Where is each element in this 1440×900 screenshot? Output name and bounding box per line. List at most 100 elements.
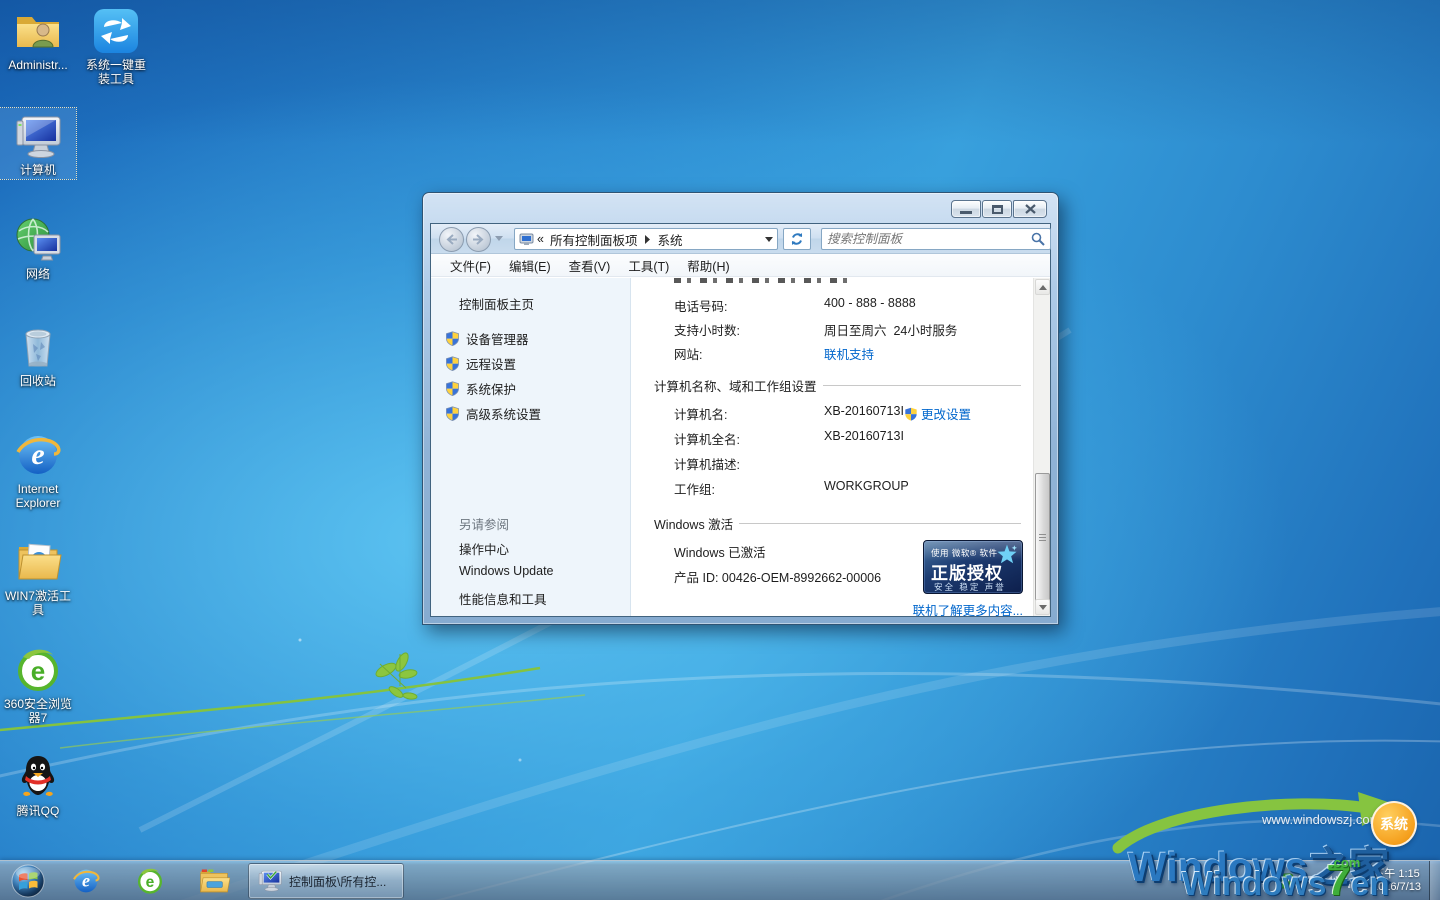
network-icon xyxy=(13,215,63,265)
show-desktop-button[interactable] xyxy=(1429,861,1440,900)
menu-file[interactable]: 文件(F) xyxy=(441,253,500,278)
learn-more-online-link[interactable]: 联机了解更多内容... xyxy=(913,600,1023,619)
forward-button[interactable] xyxy=(466,227,491,252)
sidebar-control-panel-home[interactable]: 控制面板主页 xyxy=(459,294,534,313)
sidebar-remote-settings[interactable]: 远程设置 xyxy=(445,354,516,373)
menu-bar: 文件(F) 编辑(E) 查看(V) 工具(T) 帮助(H) xyxy=(431,254,1050,277)
desktop-icon-tencent-qq[interactable]: 腾讯QQ xyxy=(0,752,76,818)
desktop: Administr... 系统一键重 装工具 计算机 xyxy=(0,0,1440,900)
icon-label: 网络 xyxy=(0,267,76,281)
navigation-bar: « 所有控制面板项 系统 xyxy=(431,224,1050,254)
desktop-icon-reinstall-tool[interactable]: 系统一键重 装工具 xyxy=(78,6,154,86)
search-box[interactable] xyxy=(821,228,1051,250)
computer-icon xyxy=(13,111,63,161)
system-tray: 下午 1:15 2016/7/13 xyxy=(1258,861,1440,900)
icon-label: Internet Explorer xyxy=(0,482,76,510)
win7-activator-icon xyxy=(13,537,63,587)
computer-name-value: XB-20160713I xyxy=(824,404,904,418)
desktop-icon-computer[interactable]: 计算机 xyxy=(0,108,76,179)
online-support-link[interactable]: 联机支持 xyxy=(824,344,874,363)
uac-shield-icon xyxy=(445,406,460,421)
sidebar-system-protection[interactable]: 系统保护 xyxy=(445,379,516,398)
clipped-scrolled-text xyxy=(674,278,854,283)
activation-status: Windows 已激活 xyxy=(674,542,766,561)
scroll-down-arrow[interactable] xyxy=(1035,599,1050,615)
address-bar[interactable]: « 所有控制面板项 系统 xyxy=(514,228,778,250)
tray-flag-icon[interactable] xyxy=(1302,874,1316,889)
sidebar-performance-tools[interactable]: 性能信息和工具 xyxy=(459,589,547,608)
search-icon[interactable] xyxy=(1031,232,1045,246)
uac-shield-icon xyxy=(904,407,918,421)
back-button[interactable] xyxy=(439,227,464,252)
internet-explorer-icon: e xyxy=(13,430,63,480)
computer-description-label: 计算机描述: xyxy=(674,454,740,473)
clock-date: 2016/7/13 xyxy=(1372,881,1421,894)
360-browser-icon: e xyxy=(13,645,63,695)
minimize-button[interactable] xyxy=(951,200,981,218)
computer-name-section-header: 计算机名称、域和工作组设置 xyxy=(654,376,1021,395)
menu-help[interactable]: 帮助(H) xyxy=(678,253,738,278)
desktop-icon-internet-explorer[interactable]: e Internet Explorer xyxy=(0,430,76,510)
icon-label: 腾讯QQ xyxy=(0,804,76,818)
uac-shield-icon xyxy=(445,381,460,396)
taskbar-clock[interactable]: 下午 1:15 2016/7/13 xyxy=(1372,868,1421,894)
scroll-thumb[interactable] xyxy=(1035,473,1050,603)
product-id: 产品 ID: 00426-OEM-8992662-00006 xyxy=(674,567,881,586)
taskbar-explorer-icon[interactable] xyxy=(188,863,240,899)
website-label: 网站: xyxy=(674,344,702,363)
breadcrumb-current[interactable]: 系统 xyxy=(657,230,682,249)
desktop-icon-win7-activator[interactable]: WIN7激活工 具 xyxy=(0,537,76,617)
close-button[interactable] xyxy=(1013,200,1047,218)
uac-shield-icon xyxy=(445,356,460,371)
system-control-panel-window: « 所有控制面板项 系统 文件(F) 编辑(E) xyxy=(422,192,1059,625)
breadcrumb-root[interactable]: 所有控制面板项 xyxy=(550,230,638,249)
breadcrumb-chevrons[interactable]: « xyxy=(537,232,544,246)
sidebar-task-label: 系统保护 xyxy=(466,379,516,398)
svg-text:e: e xyxy=(31,438,44,471)
support-hours-value: 周日至周六 24小时服务 xyxy=(824,320,957,339)
desktop-icon-network[interactable]: 网络 xyxy=(0,215,76,281)
icon-label: 系统一键重 装工具 xyxy=(78,58,154,86)
menu-tools[interactable]: 工具(T) xyxy=(619,253,678,278)
genuine-microsoft-badge[interactable]: 使用 微软® 软件 正版授权 安全 稳定 声誉 xyxy=(923,540,1023,594)
tray-security-check-icon[interactable] xyxy=(1278,873,1294,889)
change-settings-link[interactable]: 更改设置 xyxy=(921,404,971,423)
refresh-button[interactable] xyxy=(783,228,811,250)
address-dropdown-icon[interactable] xyxy=(765,237,773,242)
icon-label: WIN7激活工 具 xyxy=(0,589,76,617)
taskbar-ie-icon[interactable]: e xyxy=(60,863,112,899)
desktop-icon-360-browser[interactable]: e 360安全浏览 器7 xyxy=(0,645,76,725)
clock-time: 下午 1:15 xyxy=(1372,868,1421,881)
search-input[interactable] xyxy=(827,232,1031,246)
main-panel: 电话号码: 400 - 888 - 8888 支持小时数: 周日至周六 24小时… xyxy=(632,278,1033,616)
hidden-icons-chevron[interactable] xyxy=(1262,879,1270,884)
sidebar: 控制面板主页 设备管理器 远程设置 系统保护 xyxy=(431,278,631,616)
menu-edit[interactable]: 编辑(E) xyxy=(500,253,560,278)
desktop-icon-administrator[interactable]: Administr... xyxy=(0,6,76,72)
scroll-up-arrow[interactable] xyxy=(1035,279,1050,295)
sidebar-task-label: 设备管理器 xyxy=(466,329,529,348)
taskbar: e e 控制面板\所有控... xyxy=(0,860,1440,900)
sidebar-windows-update[interactable]: Windows Update xyxy=(459,564,554,578)
taskbar-360-browser-icon[interactable]: e xyxy=(124,863,176,899)
tray-network-icon[interactable] xyxy=(1347,875,1362,888)
maximize-button[interactable] xyxy=(982,200,1012,218)
start-button[interactable] xyxy=(4,863,52,899)
desktop-icon-recycle-bin[interactable]: 回收站 xyxy=(0,322,76,388)
computer-fullname-value: XB-20160713I xyxy=(824,429,904,443)
sidebar-device-manager[interactable]: 设备管理器 xyxy=(445,329,529,348)
system-page-icon xyxy=(519,233,534,246)
phone-value: 400 - 888 - 8888 xyxy=(824,296,916,310)
user-folder-icon xyxy=(13,6,63,56)
svg-text:e: e xyxy=(31,656,45,686)
sidebar-action-center[interactable]: 操作中心 xyxy=(459,539,509,558)
icon-label: 回收站 xyxy=(0,374,76,388)
active-task-label: 控制面板\所有控... xyxy=(289,873,386,890)
tray-volume-icon[interactable] xyxy=(1324,874,1339,888)
window-titlebar[interactable] xyxy=(423,193,1058,223)
sidebar-advanced-system-settings[interactable]: 高级系统设置 xyxy=(445,404,541,423)
vertical-scrollbar[interactable] xyxy=(1033,278,1050,616)
recent-pages-chevron-icon[interactable] xyxy=(495,236,503,241)
taskbar-active-window-button[interactable]: 控制面板\所有控... xyxy=(248,863,404,899)
menu-view[interactable]: 查看(V) xyxy=(560,253,620,278)
